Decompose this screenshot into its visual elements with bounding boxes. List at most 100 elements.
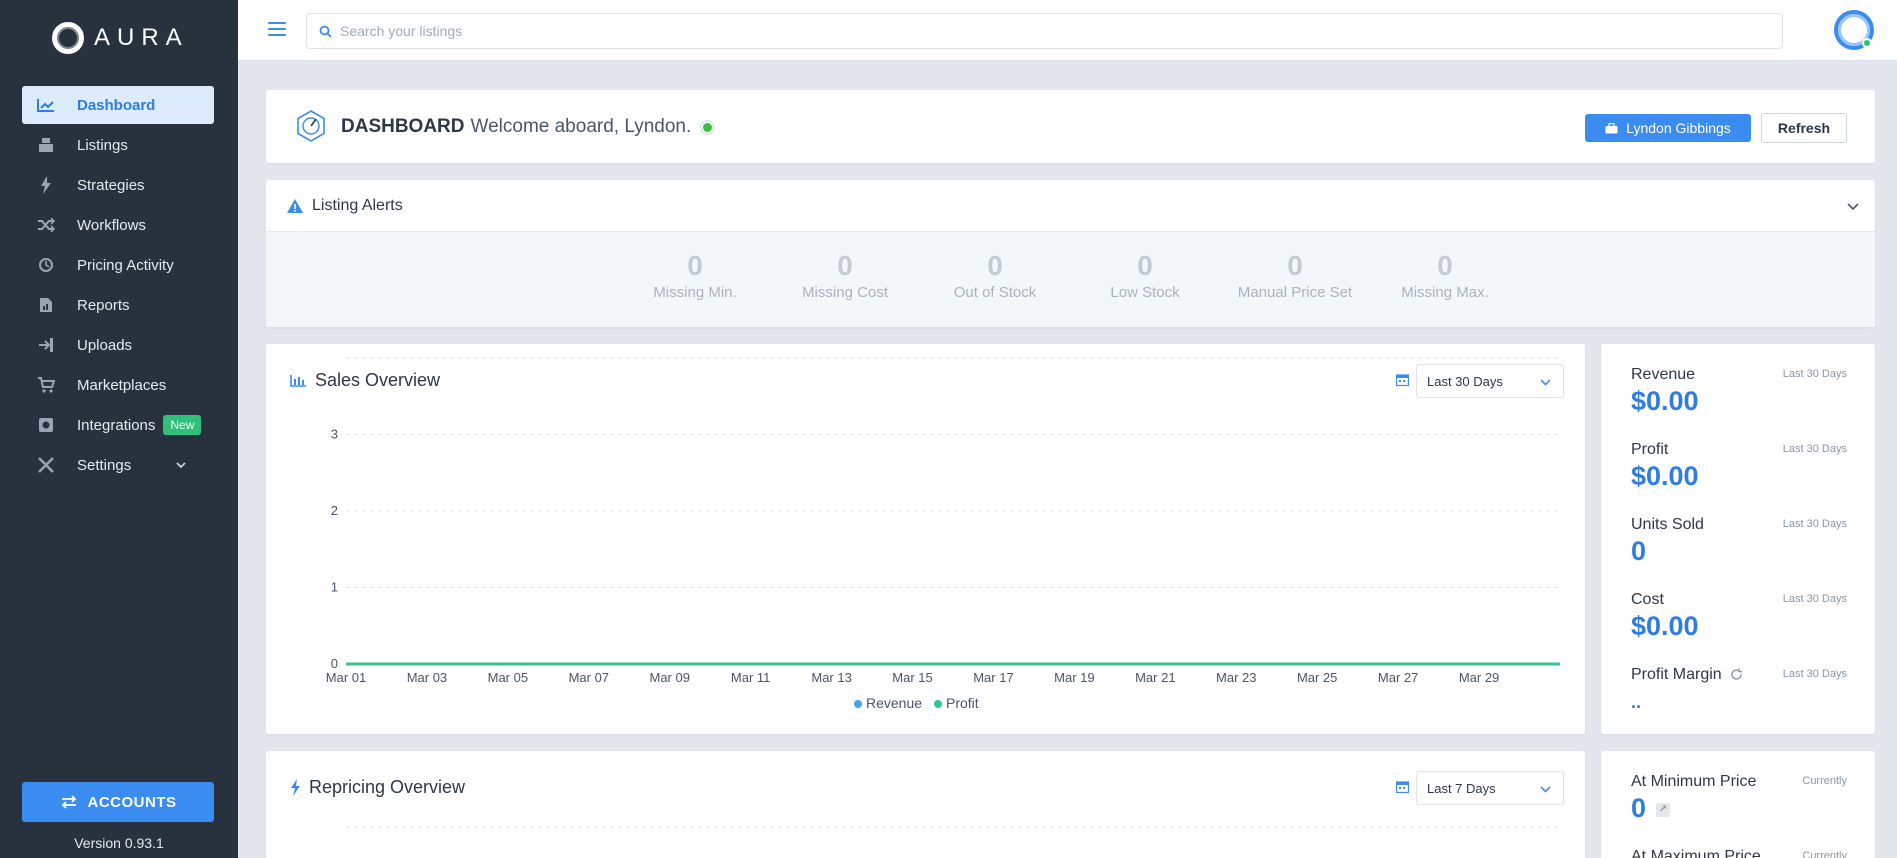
alert-label: Low Stock (1110, 284, 1180, 301)
y-tick-label: 1 (331, 580, 338, 595)
stat-period: Last 30 Days (1782, 593, 1847, 605)
avatar[interactable] (1834, 10, 1874, 50)
alert-stat[interactable]: 0 Missing Min. (620, 250, 770, 301)
alert-count: 0 (1437, 250, 1453, 281)
alert-label: Manual Price Set (1237, 284, 1353, 301)
external-link-icon[interactable]: ↗ (1656, 802, 1671, 817)
user-button[interactable]: Lyndon Gibbings (1585, 114, 1751, 142)
boxes-icon (36, 136, 56, 154)
sidebar-item-marketplaces[interactable]: Marketplaces (22, 366, 214, 404)
stat-period: Currently (1802, 850, 1847, 858)
x-tick-label: Mar 19 (1054, 670, 1094, 685)
sidebar-item-settings[interactable]: Settings (22, 446, 214, 484)
sales-stats-panel: Revenue Last 30 Days $0.00 Profit Last 3… (1601, 344, 1875, 734)
stat-value: $0.00 (1631, 461, 1699, 491)
x-tick-label: Mar 23 (1216, 670, 1256, 685)
top-bar (238, 0, 1897, 61)
user-button-label: Lyndon Gibbings (1626, 120, 1731, 136)
dashboard-header: DASHBOARD Welcome aboard, Lyndon. Lyndon… (266, 90, 1875, 163)
sidebar-item-strategies[interactable]: Strategies (22, 166, 214, 204)
y-tick-label: 2 (331, 503, 338, 518)
alert-stat[interactable]: 0 Missing Max. (1370, 250, 1520, 301)
alert-label: Missing Cost (802, 284, 888, 301)
x-tick-label: Mar 13 (811, 670, 851, 685)
refresh-icon[interactable] (1730, 668, 1743, 681)
legend-marker (854, 700, 862, 708)
alert-label: Out of Stock (953, 284, 1037, 301)
stat-at-minimum-price: At Minimum Price Currently 0 ↗ (1631, 773, 1847, 824)
repricing-overview-panel: Repricing Overview Last 7 Days (266, 751, 1585, 858)
status-dot (700, 119, 716, 135)
sidebar-item-label: Marketplaces (77, 376, 167, 394)
sidebar-item-listings[interactable]: Listings (22, 126, 214, 164)
x-tick-label: Mar 05 (488, 670, 528, 685)
trend-chart-icon (36, 96, 56, 114)
x-tick-label: Mar 21 (1135, 670, 1175, 685)
y-tick-label: 3 (331, 427, 338, 442)
cart-icon (36, 376, 56, 394)
x-tick-label: Mar 07 (569, 670, 609, 685)
sidebar-item-label: Uploads (77, 336, 133, 354)
stat-units-sold: Units Sold Last 30 Days 0 (1631, 516, 1847, 567)
sidebar-nav: Dashboard Listings Strategies Workflows … (22, 86, 214, 486)
sidebar-item-integrations[interactable]: Integrations New (22, 406, 214, 444)
sidebar-item-workflows[interactable]: Workflows (22, 206, 214, 244)
listing-alerts-panel: Listing Alerts 0 Missing Min. 0 Missing Co… (266, 180, 1875, 327)
lightning-icon (36, 176, 56, 194)
app-logo[interactable]: AURA (52, 20, 189, 56)
y-tick-label: 0 (331, 656, 338, 671)
legend-label: Revenue (866, 695, 922, 711)
x-tick-label: Mar 01 (326, 670, 366, 685)
stat-period: Last 30 Days (1782, 668, 1847, 680)
sidebar: AURA Dashboard Listings Strategies Workf… (0, 0, 238, 858)
stat-value: $0.00 (1631, 386, 1699, 416)
stat-value: $0.00 (1631, 611, 1699, 641)
logo-ring-icon (52, 22, 84, 54)
briefcase-icon (1605, 122, 1618, 133)
sidebar-item-label: Dashboard (77, 96, 156, 114)
listing-alerts-title: Listing Alerts (312, 196, 403, 214)
chevron-down-icon[interactable] (1847, 198, 1859, 214)
menu-toggle-icon[interactable] (268, 22, 286, 40)
legend-label: Profit (946, 695, 979, 711)
x-tick-label: Mar 15 (892, 670, 932, 685)
history-icon (36, 256, 56, 274)
brand-name: AURA (94, 24, 189, 51)
refresh-button[interactable]: Refresh (1761, 113, 1847, 143)
sidebar-item-label: Settings (77, 456, 132, 474)
alert-stat[interactable]: 0 Out of Stock (920, 250, 1070, 301)
x-tick-label: Mar 11 (731, 670, 771, 685)
alert-stat[interactable]: 0 Low Stock (1070, 250, 1220, 301)
accounts-button[interactable]: ACCOUNTS (22, 782, 214, 822)
stat-period: Last 30 Days (1782, 443, 1847, 455)
x-tick-label: Mar 29 (1459, 670, 1499, 685)
sidebar-item-label: Integrations (77, 416, 156, 434)
alert-stat[interactable]: 0 Manual Price Set (1220, 250, 1370, 301)
repricing-chart-gridline (346, 826, 1560, 828)
search-input[interactable] (340, 23, 1782, 39)
sidebar-item-dashboard[interactable]: Dashboard (22, 86, 214, 124)
stat-at-maximum-price: At Maximum Price Currently (1631, 848, 1847, 858)
stat-period: Last 30 Days (1782, 518, 1847, 530)
listing-alerts-stats: 0 Missing Min. 0 Missing Cost 0 Out of Stoc… (266, 232, 1875, 327)
sales-overview-panel: Sales Overview Last 30 Days 0 1 2 3 Mar 01 Ma… (266, 344, 1585, 734)
plug-icon (36, 416, 56, 434)
x-tick-label: Mar 17 (973, 670, 1013, 685)
alert-count: 0 (1137, 250, 1153, 281)
sidebar-item-label: Strategies (77, 176, 145, 194)
version-label: Version 0.93.1 (74, 835, 164, 851)
alert-stat[interactable]: 0 Missing Cost (770, 250, 920, 301)
sidebar-item-reports[interactable]: Reports (22, 286, 214, 324)
listing-alerts-header[interactable]: Listing Alerts (266, 180, 1875, 232)
legend-marker (934, 700, 942, 708)
search-box[interactable] (306, 13, 1783, 49)
stat-cost: Cost Last 30 Days $0.00 (1631, 591, 1847, 642)
chevron-down-icon (176, 458, 186, 472)
sidebar-item-pricing-activity[interactable]: Pricing Activity (22, 246, 214, 284)
swap-icon (61, 795, 76, 809)
sidebar-item-label: Workflows (77, 216, 146, 234)
stat-profit: Profit Last 30 Days $0.00 (1631, 441, 1847, 492)
sidebar-item-label: Listings (77, 136, 128, 154)
sidebar-item-uploads[interactable]: Uploads (22, 326, 214, 364)
stat-period: Last 30 Days (1782, 368, 1847, 380)
